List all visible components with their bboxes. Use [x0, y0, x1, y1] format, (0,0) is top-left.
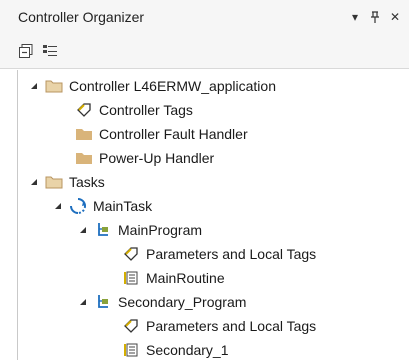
panel-title: Controller Organizer — [18, 9, 145, 25]
tree-item-controller[interactable]: Controller L46ERMW_application — [29, 74, 276, 98]
tree-item-label: Controller Tags — [99, 102, 193, 118]
tag-icon — [75, 101, 93, 119]
tree-item-main-parameters[interactable]: Parameters and Local Tags — [122, 242, 316, 266]
folder-open-icon — [45, 173, 63, 191]
tree-item-secondary-parameters[interactable]: Parameters and Local Tags — [122, 314, 316, 338]
tree-item-secondary-routine[interactable]: Secondary_1 — [122, 338, 229, 362]
chevron-down-icon: ▾ — [351, 10, 359, 24]
tag-icon — [122, 245, 140, 263]
triangle-expanded-icon — [80, 227, 86, 233]
tree-item-main-routine[interactable]: MainRoutine — [122, 266, 225, 290]
tree-item-label: MainRoutine — [146, 270, 225, 286]
tag-icon — [122, 317, 140, 335]
triangle-expanded-icon — [80, 299, 86, 305]
expand-toggle[interactable] — [78, 225, 88, 235]
organizer-tree: Controller L46ERMW_application Controlle… — [17, 70, 409, 360]
tree-item-label: Secondary_Program — [118, 294, 247, 310]
tree-item-main-task[interactable]: MainTask — [53, 194, 152, 218]
list-view-icon — [43, 45, 57, 56]
tree-item-label: MainProgram — [118, 222, 203, 238]
tree-item-controller-tags[interactable]: Controller Tags — [75, 98, 193, 122]
tree-item-label: Controller Fault Handler — [99, 126, 248, 142]
folder-icon — [75, 149, 93, 167]
pin-icon — [371, 11, 379, 23]
triangle-expanded-icon — [31, 179, 37, 185]
close-icon: ✕ — [389, 10, 401, 24]
routine-icon — [122, 341, 140, 359]
controller-organizer-panel: Controller Organizer ▾ ✕ Controller L46E… — [0, 0, 409, 360]
tree-item-label: Parameters and Local Tags — [146, 246, 317, 262]
triangle-expanded-icon — [55, 203, 61, 209]
show-details-button[interactable] — [42, 43, 60, 61]
folder-open-icon — [45, 77, 63, 95]
tree-item-fault-handler[interactable]: Controller Fault Handler — [75, 122, 248, 146]
routine-icon — [122, 269, 140, 287]
pin-button[interactable] — [366, 8, 384, 26]
tree-item-label: Controller L46ERMW_application — [69, 78, 276, 94]
task-cycle-icon — [69, 197, 87, 215]
panel-titlebar: Controller Organizer ▾ ✕ — [0, 0, 409, 37]
collapse-all-button[interactable] — [18, 43, 36, 61]
close-button[interactable]: ✕ — [386, 8, 404, 26]
expand-toggle[interactable] — [29, 177, 39, 187]
program-icon — [94, 293, 112, 311]
tree-item-label: Power-Up Handler — [99, 150, 215, 166]
panel-options-dropdown-button[interactable]: ▾ — [346, 8, 364, 26]
program-icon — [94, 221, 112, 239]
expand-toggle[interactable] — [78, 297, 88, 307]
expand-toggle[interactable] — [29, 81, 39, 91]
tree-item-tasks[interactable]: Tasks — [29, 170, 105, 194]
tree-item-secondary-program[interactable]: Secondary_Program — [78, 290, 246, 314]
tree-item-label: Tasks — [69, 174, 105, 190]
collapse-all-icon — [19, 44, 33, 58]
tree-item-main-program[interactable]: MainProgram — [78, 218, 202, 242]
tree-item-label: MainTask — [93, 198, 153, 214]
tree-item-label: Parameters and Local Tags — [146, 318, 317, 334]
triangle-expanded-icon — [31, 83, 37, 89]
expand-toggle[interactable] — [53, 201, 63, 211]
tree-item-powerup-handler[interactable]: Power-Up Handler — [75, 146, 214, 170]
folder-icon — [75, 125, 93, 143]
tree-item-label: Secondary_1 — [146, 342, 229, 358]
panel-toolbar — [0, 36, 409, 69]
